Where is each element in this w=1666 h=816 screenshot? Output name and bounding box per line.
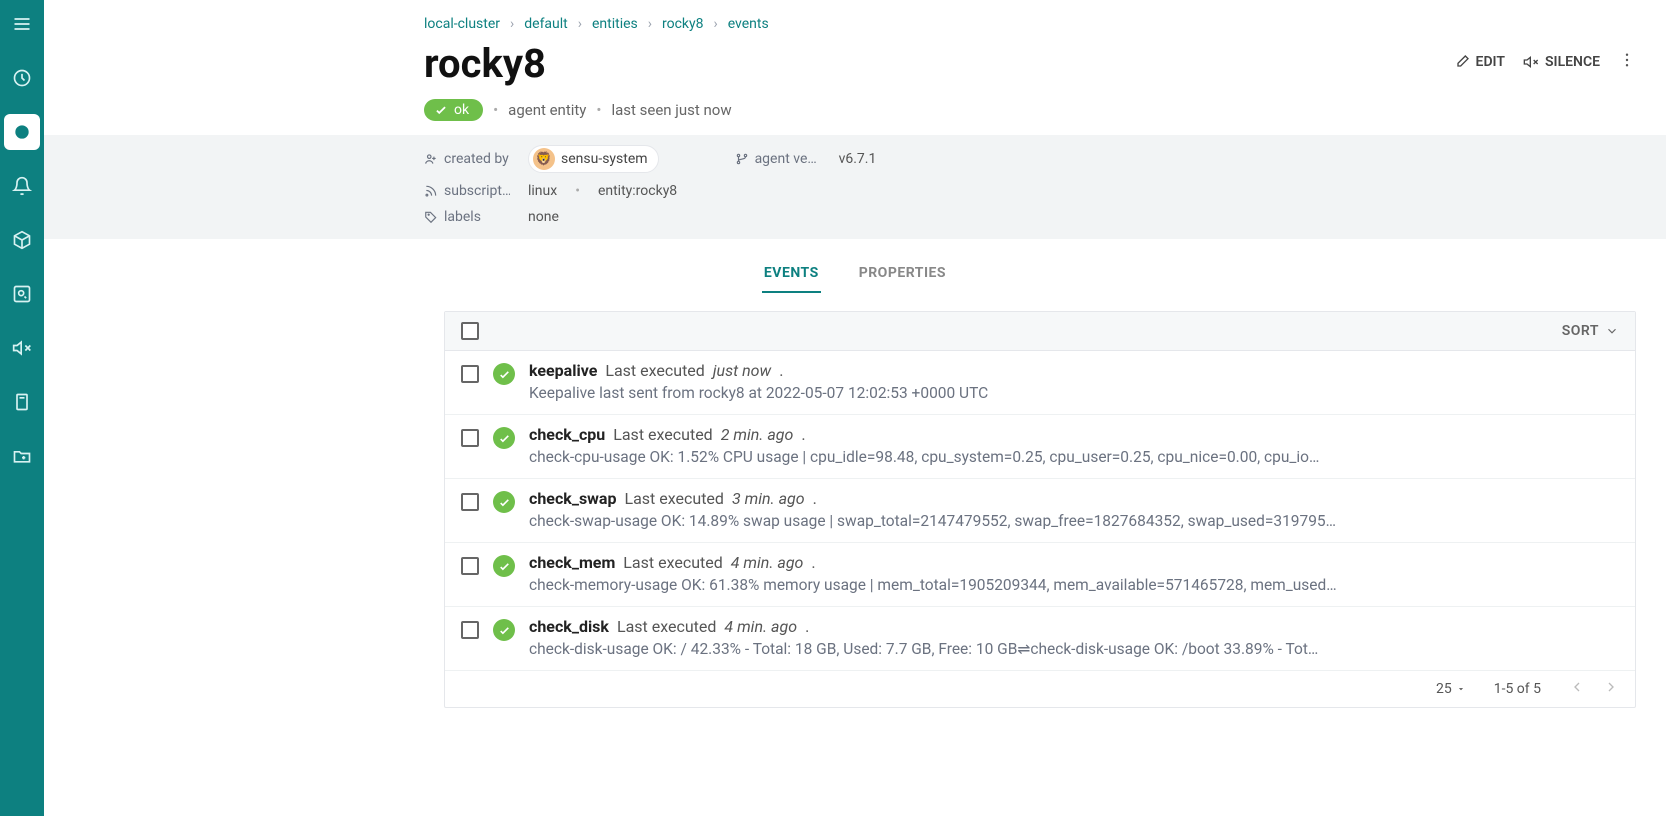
more-menu-icon[interactable] <box>1618 51 1636 73</box>
event-name: keepalive <box>529 361 597 380</box>
tab-properties[interactable]: PROPERTIES <box>857 257 948 293</box>
chevron-right-icon <box>1603 679 1619 695</box>
status-row: ok • agent entity • last seen just now <box>424 99 1666 121</box>
crumb-rocky8[interactable]: rocky8 <box>662 16 704 32</box>
sidebar <box>0 0 44 816</box>
panel-foot: 25 1-5 of 5 <box>445 670 1635 707</box>
row-checkbox[interactable] <box>461 429 479 447</box>
event-desc: check-disk-usage OK: / 42.33% - Total: 1… <box>529 640 1619 658</box>
row-checkbox[interactable] <box>461 493 479 511</box>
main: local-cluster› default› entities› rocky8… <box>44 0 1666 816</box>
exec-time: 4 min. ago <box>724 617 797 636</box>
exec-prefix: Last executed <box>617 617 716 636</box>
nav-docs-icon[interactable] <box>4 384 40 420</box>
exec-time: 2 min. ago <box>721 425 794 444</box>
agent-version-key: agent ve… <box>735 151 821 167</box>
nav-cube-icon[interactable] <box>4 222 40 258</box>
nav-alerts-icon[interactable] <box>4 168 40 204</box>
next-page-button[interactable] <box>1603 679 1619 699</box>
event-row[interactable]: check_swap Last executed 3 min. ago. che… <box>445 479 1635 543</box>
ok-status-icon <box>493 555 515 577</box>
prev-page-button[interactable] <box>1569 679 1585 699</box>
pagination-range: 1-5 of 5 <box>1494 681 1541 697</box>
crumb-entities[interactable]: entities <box>592 16 638 32</box>
page-title: rocky8 <box>424 40 546 87</box>
event-desc: Keepalive last sent from rocky8 at 2022-… <box>529 384 1619 402</box>
chevron-left-icon <box>1569 679 1585 695</box>
labels-key: labels <box>424 209 510 225</box>
panel-head: SORT <box>445 312 1635 351</box>
row-checkbox[interactable] <box>461 557 479 575</box>
check-icon <box>434 103 448 117</box>
tabs: EVENTS PROPERTIES <box>44 257 1666 293</box>
event-name: check_cpu <box>529 425 605 444</box>
nav-mute-icon[interactable] <box>4 330 40 366</box>
user-icon <box>424 152 438 166</box>
lion-avatar-icon: 🦁 <box>533 148 555 170</box>
entity-type: agent entity <box>508 101 586 119</box>
exec-time: 4 min. ago <box>731 553 804 572</box>
silence-button[interactable]: SILENCE <box>1523 54 1600 70</box>
exec-prefix: Last executed <box>624 489 723 508</box>
exec-time: just now <box>713 361 771 380</box>
ok-status-icon <box>493 363 515 385</box>
crumb-events[interactable]: events <box>728 16 769 32</box>
edit-button[interactable]: EDIT <box>1454 54 1505 70</box>
event-desc: check-cpu-usage OK: 1.52% CPU usage | cp… <box>529 448 1619 466</box>
nav-folder-icon[interactable] <box>4 438 40 474</box>
ok-status-icon <box>493 491 515 513</box>
tag-icon <box>424 210 438 224</box>
breadcrumb: local-cluster› default› entities› rocky8… <box>424 10 1666 36</box>
edit-label: EDIT <box>1476 54 1505 70</box>
meta-block: created by 🦁 sensu-system agent ve… v6.7… <box>44 135 1666 239</box>
event-desc: check-swap-usage OK: 14.89% swap usage |… <box>529 512 1619 530</box>
select-all-checkbox[interactable] <box>461 322 479 340</box>
created-by-key: created by <box>424 151 510 167</box>
subscriptions-key: subscript… <box>424 183 510 199</box>
crumb-local-cluster[interactable]: local-cluster <box>424 16 500 32</box>
exec-time: 3 min. ago <box>732 489 805 508</box>
last-seen: last seen just now <box>611 101 731 119</box>
tab-events[interactable]: EVENTS <box>762 257 821 293</box>
exec-prefix: Last executed <box>605 361 704 380</box>
exec-prefix: Last executed <box>613 425 712 444</box>
row-checkbox[interactable] <box>461 621 479 639</box>
event-name: check_disk <box>529 617 609 636</box>
event-row[interactable]: check_mem Last executed 4 min. ago. chec… <box>445 543 1635 607</box>
events-panel: SORT keepalive Last executed just now. K… <box>444 311 1636 708</box>
exec-prefix: Last executed <box>623 553 722 572</box>
branch-icon <box>735 152 749 166</box>
event-row[interactable]: check_disk Last executed 4 min. ago. che… <box>445 607 1635 670</box>
subscription-linux: linux <box>528 183 557 199</box>
nav-dashboard-icon[interactable] <box>4 60 40 96</box>
subscription-entity: entity:rocky8 <box>598 183 677 199</box>
chevron-down-icon <box>1605 324 1619 338</box>
status-badge: ok <box>424 99 483 121</box>
row-checkbox[interactable] <box>461 365 479 383</box>
agent-version-value: v6.7.1 <box>839 151 877 167</box>
rss-icon <box>424 184 438 198</box>
created-by-chip[interactable]: 🦁 sensu-system <box>528 145 659 173</box>
crumb-default[interactable]: default <box>524 16 568 32</box>
event-row[interactable]: check_cpu Last executed 2 min. ago. chec… <box>445 415 1635 479</box>
nav-search-icon[interactable] <box>4 276 40 312</box>
sort-button[interactable]: SORT <box>1562 323 1619 339</box>
event-desc: check-memory-usage OK: 61.38% memory usa… <box>529 576 1619 594</box>
caret-down-icon <box>1456 684 1466 694</box>
nav-entities-icon[interactable] <box>4 114 40 150</box>
labels-value: none <box>528 209 559 225</box>
silence-label: SILENCE <box>1545 54 1600 70</box>
per-page-select[interactable]: 25 <box>1436 681 1466 697</box>
event-name: check_swap <box>529 489 616 508</box>
event-row[interactable]: keepalive Last executed just now. Keepal… <box>445 351 1635 415</box>
ok-status-icon <box>493 619 515 641</box>
menu-icon[interactable] <box>4 6 40 42</box>
ok-status-icon <box>493 427 515 449</box>
event-name: check_mem <box>529 553 615 572</box>
